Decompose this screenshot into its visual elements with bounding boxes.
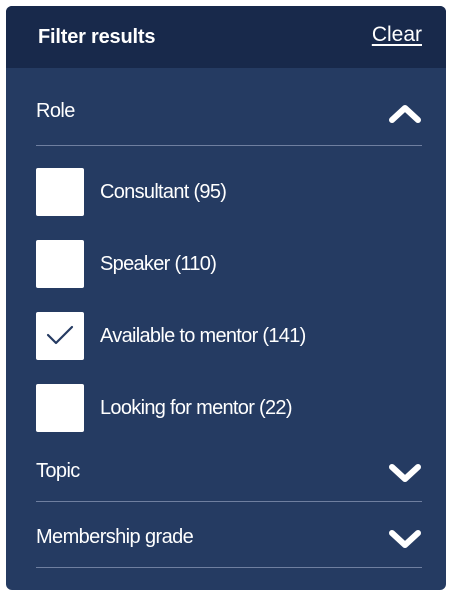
topic-section-label: Topic [36, 460, 80, 482]
speaker-checkbox[interactable] [36, 240, 84, 288]
filter-panel: Filter results Clear Role Consultant (95… [6, 6, 446, 590]
chevron-down-icon[interactable] [388, 528, 422, 550]
role-section-toggle[interactable]: Role [36, 76, 422, 146]
chevron-down-icon[interactable] [388, 462, 422, 484]
checkmark-icon [46, 325, 74, 345]
topic-section-toggle[interactable]: Topic [36, 436, 422, 502]
option-label: Looking for mentor (22) [100, 397, 292, 419]
membership-grade-section-label: Membership grade [36, 526, 194, 548]
role-section-label: Role [36, 100, 75, 122]
option-label: Consultant (95) [100, 181, 227, 203]
filter-title: Filter results [38, 26, 156, 48]
option-speaker[interactable]: Speaker (110) [36, 240, 422, 288]
membership-grade-section-toggle[interactable]: Membership grade [36, 502, 422, 568]
available-to-mentor-checkbox[interactable] [36, 312, 84, 360]
option-available-to-mentor[interactable]: Available to mentor (141) [36, 312, 422, 360]
topic-section: Topic [36, 436, 422, 502]
membership-grade-section: Membership grade [36, 502, 422, 568]
filter-header: Filter results Clear [6, 6, 446, 68]
option-label: Speaker (110) [100, 253, 217, 275]
option-label: Available to mentor (141) [100, 325, 306, 347]
consultant-checkbox[interactable] [36, 168, 84, 216]
chevron-up-icon[interactable] [388, 102, 422, 124]
looking-for-mentor-checkbox[interactable] [36, 384, 84, 432]
clear-link[interactable]: Clear [372, 23, 422, 47]
option-consultant[interactable]: Consultant (95) [36, 168, 422, 216]
option-looking-for-mentor[interactable]: Looking for mentor (22) [36, 384, 422, 432]
role-section: Role Consultant (95) Speaker (110) Avail… [36, 76, 422, 432]
